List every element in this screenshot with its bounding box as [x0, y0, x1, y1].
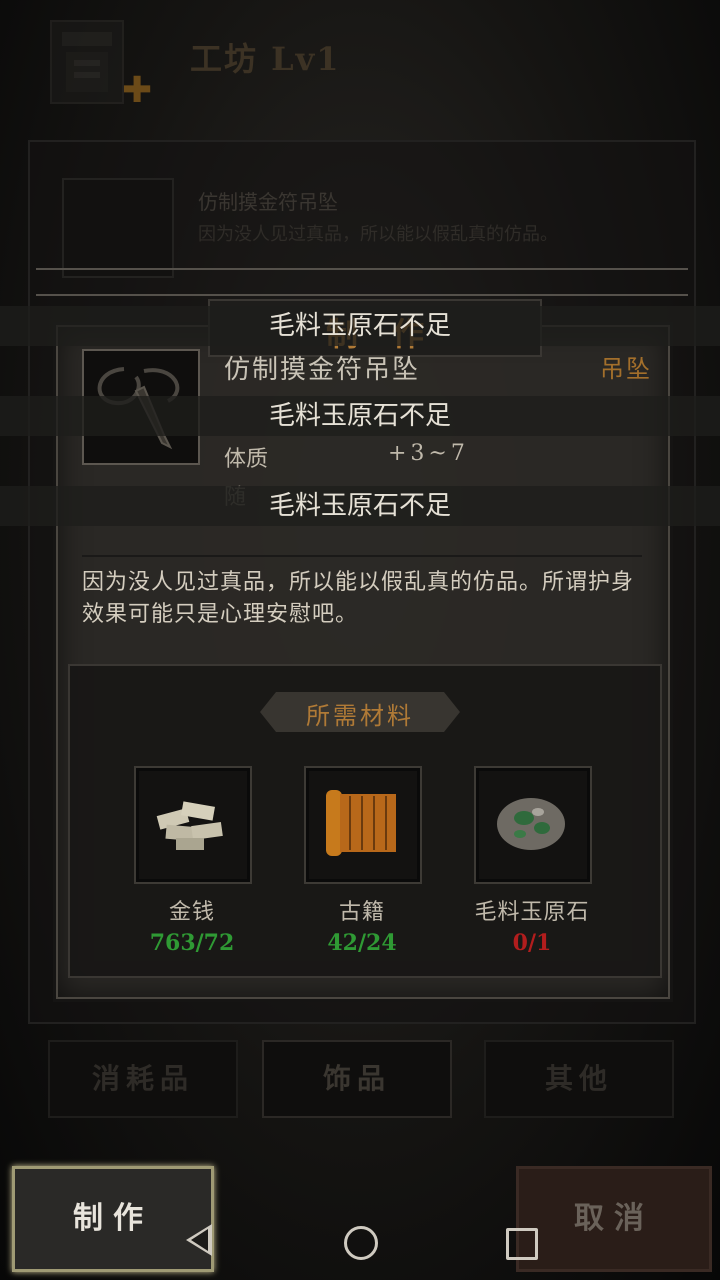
material-item-jade[interactable]: 毛料玉原石 0/1	[452, 766, 612, 966]
tab-consumables[interactable]: 消耗品	[48, 1040, 238, 1118]
workshop-icon	[50, 20, 124, 104]
materials-title-banner: 所需材料	[260, 692, 460, 732]
stat-value: +3~7	[388, 441, 469, 466]
item-type: 吊坠	[600, 355, 652, 383]
material-count: 0/1	[512, 930, 552, 956]
background-item-name: 仿制摸金符吊坠	[198, 190, 338, 214]
upgrade-plus-icon[interactable]: ✚	[122, 73, 152, 109]
toast-message: 毛料玉原石不足	[0, 486, 720, 526]
workshop-header: ✚ 工坊 Lv1	[0, 0, 720, 120]
money-pile-icon[interactable]	[134, 766, 252, 884]
stat-label: 体质	[224, 447, 269, 472]
dialog-rail-top	[36, 268, 688, 270]
workshop-title: 工坊 Lv1	[190, 40, 341, 78]
toast-message: 毛料玉原石不足	[0, 396, 720, 436]
back-icon[interactable]	[186, 1224, 212, 1256]
material-item-scroll[interactable]: 古籍 42/24	[282, 766, 442, 966]
item-description: 因为没人见过真品，所以能以假乱真的仿品。所谓护身效果可能只是心理安慰吧。	[82, 570, 635, 627]
material-count: 763/72	[149, 930, 235, 956]
ancient-scroll-icon[interactable]	[304, 766, 422, 884]
background-item-desc: 因为没人见过真品，所以能以假乱真的仿品。	[198, 224, 558, 245]
dialog-divider	[82, 555, 642, 557]
recent-apps-icon[interactable]	[506, 1228, 538, 1260]
materials-title: 所需材料	[306, 702, 414, 730]
item-name: 仿制摸金符吊坠	[224, 355, 421, 385]
jade-ore-icon[interactable]	[474, 766, 592, 884]
tab-accessories[interactable]: 饰品	[262, 1040, 452, 1118]
material-item-money[interactable]: 金钱 763/72	[112, 766, 272, 966]
home-icon[interactable]	[344, 1226, 378, 1260]
material-count: 42/24	[327, 930, 397, 956]
toast-message: 毛料玉原石不足	[0, 306, 720, 346]
tab-other[interactable]: 其他	[484, 1040, 674, 1118]
materials-panel: 所需材料 金钱 763/72 古籍 42/24 毛料玉原石 0/1	[68, 664, 662, 978]
material-name: 毛料玉原石	[474, 900, 590, 925]
background-item-slot	[62, 178, 174, 278]
dialog-rail	[36, 294, 688, 296]
android-nav-bar	[0, 1204, 720, 1280]
